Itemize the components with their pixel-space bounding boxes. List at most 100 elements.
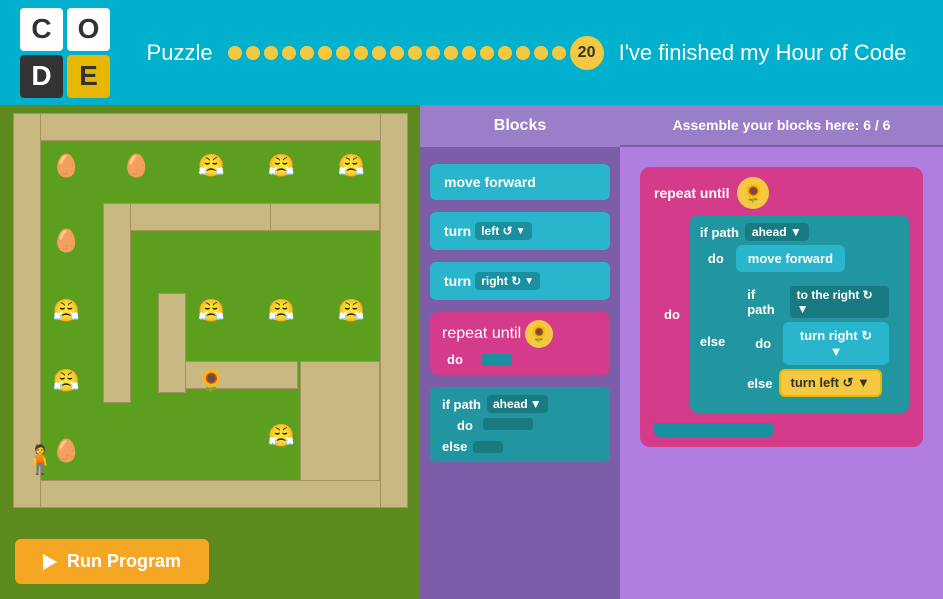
puzzle-dot [498, 46, 512, 60]
puzzle-label: Puzzle [147, 40, 213, 66]
do-label-tr: do [755, 336, 771, 351]
finished-message: I've finished my Hour of Code [619, 40, 907, 66]
sunflower-sprite: 🌻 [198, 368, 225, 394]
turn-right-text: turn [444, 273, 471, 289]
else-turn-left-row: else turn left ↺ ▼ [747, 369, 889, 397]
ahead-dropdown[interactable]: ahead ▼ [487, 395, 548, 413]
enemy-sprite: 😤 [53, 298, 80, 324]
chevron-down-icon: ▼ [524, 276, 534, 287]
ahead-ws-label: ahead ▼ [752, 225, 802, 239]
blocks-panel: Blocks move forward turn left ↺ ▼ turn r… [420, 105, 620, 599]
sunflower-mini-icon: 🌻 [525, 320, 553, 348]
turn-left-text: turn [444, 223, 471, 239]
puzzle-dot [372, 46, 386, 60]
puzzle-dot [354, 46, 368, 60]
enemy-sprite: 😤 [53, 368, 80, 394]
puzzle-dot [228, 46, 242, 60]
turn-right-ws-button[interactable]: turn right ↻ ▼ [783, 322, 889, 365]
turn-left-value: left ↺ [481, 224, 512, 238]
ahead-label: ahead [493, 397, 528, 411]
player-sprite: 🧍 [23, 443, 58, 476]
else-if-row: else if path to the right ↻ ▼ [700, 278, 899, 405]
run-button-label: Run Program [67, 551, 181, 572]
enemy-sprite: 😤 [338, 153, 365, 179]
puzzle-dot [426, 46, 440, 60]
turn-right-dropdown[interactable]: right ↻ ▼ [475, 272, 540, 290]
workspace-content: repeat until 🌻 do if path ahead ▼ [620, 147, 943, 599]
enemy-sprite: 😤 [198, 298, 225, 324]
turn-left-ws-label: turn left ↺ ▼ [791, 375, 870, 391]
do-notch-2 [483, 418, 533, 430]
game-area: 🥚 🥚 😤 😤 😤 🥚 😤 😤 😤 😤 😤 🥚 🌻 😤 🧍 Run Progra… [0, 105, 420, 599]
puzzle-dot [444, 46, 458, 60]
else-label-tr: else [747, 376, 772, 391]
do-turn-right-row: do turn right ↻ ▼ [755, 322, 889, 365]
enemy-sprite: 🥚 [53, 228, 80, 254]
turn-right-block[interactable]: turn right ↻ ▼ [430, 262, 610, 300]
assembled-repeat-block: repeat until 🌻 do if path ahead ▼ [640, 167, 923, 447]
enemy-sprite: 😤 [268, 153, 295, 179]
repeat-until-label: repeat until [442, 325, 521, 343]
current-puzzle-dot: 20 [570, 36, 604, 70]
turn-right-value: right ↻ [481, 274, 521, 288]
turn-left-block[interactable]: turn left ↺ ▼ [430, 212, 610, 250]
blocks-header: Blocks [420, 105, 620, 149]
else-notch [473, 441, 503, 453]
else-if-block: if path to the right ↻ ▼ do turn ri [737, 278, 899, 405]
logo-d: D [20, 55, 63, 98]
enemy-sprite: 🥚 [53, 153, 80, 179]
enemy-sprite: 😤 [268, 423, 295, 449]
do-move-row: do move forward [708, 245, 899, 272]
repeat-header: repeat until 🌻 [654, 177, 909, 209]
repeat-until-block[interactable]: repeat until 🌻 do [430, 312, 610, 375]
ahead-ws-tag[interactable]: ahead ▼ [745, 223, 809, 241]
puzzle-dots: 20 [228, 36, 604, 70]
if-path-row: if path ahead ▼ [700, 223, 899, 241]
if-path-block[interactable]: if path ahead ▼ do else [430, 387, 610, 462]
else-label: else [442, 439, 467, 454]
logo-e: E [67, 55, 110, 98]
if-path-ws-label: if path [700, 225, 739, 240]
chevron-down-icon: ▼ [530, 397, 542, 411]
puzzle-dot [516, 46, 530, 60]
puzzle-dot [282, 46, 296, 60]
do-label: do [447, 352, 463, 367]
move-forward-label: move forward [444, 174, 536, 190]
workspace-header: Assemble your blocks here: 6 / 6 [620, 105, 943, 147]
maze-container: 🥚 🥚 😤 😤 😤 🥚 😤 😤 😤 😤 😤 🥚 🌻 😤 🧍 [13, 113, 408, 508]
puzzle-dot [336, 46, 350, 60]
bottom-connector [654, 423, 774, 437]
enemy-sprite: 😤 [338, 298, 365, 324]
do-label-ws: do [664, 307, 680, 322]
turn-left-ws-highlighted[interactable]: turn left ↺ ▼ [779, 369, 882, 397]
puzzle-dot [264, 46, 278, 60]
logo-o: O [67, 8, 110, 51]
move-forward-ws-button[interactable]: move forward [736, 245, 845, 272]
puzzle-dot [246, 46, 260, 60]
puzzle-progress: Puzzle 20 I've finished my Hour of Code [130, 36, 923, 70]
chevron-down-icon: ▼ [516, 226, 526, 237]
workspace-panel: Assemble your blocks here: 6 / 6 repeat … [620, 105, 943, 599]
puzzle-dot [480, 46, 494, 60]
puzzle-dot [534, 46, 548, 60]
do-label-2: do [457, 418, 473, 433]
puzzle-dot [462, 46, 476, 60]
main-content: 🥚 🥚 😤 😤 😤 🥚 😤 😤 😤 😤 😤 🥚 🌻 😤 🧍 Run Progra… [0, 105, 943, 599]
move-forward-block[interactable]: move forward [430, 164, 610, 200]
if-path-right-label: if path [747, 287, 783, 317]
repeat-label: repeat until [654, 185, 729, 201]
app-header: C O D E Puzzle 20 I've finished my Hour … [0, 0, 943, 105]
sunflower-icon: 🌻 [737, 177, 769, 209]
turn-right-ws-label: turn right ↻ ▼ [795, 328, 877, 359]
if-path-label: if path [442, 397, 481, 412]
nested-if-block: if path ahead ▼ do move forward else [690, 215, 909, 413]
enemy-sprite: 😤 [198, 153, 225, 179]
to-right-label: to the right ↻ ▼ [797, 288, 882, 316]
enemy-sprite: 😤 [268, 298, 295, 324]
run-program-button[interactable]: Run Program [15, 539, 209, 584]
play-icon [43, 554, 57, 570]
turn-left-dropdown[interactable]: left ↺ ▼ [475, 222, 531, 240]
puzzle-dot [390, 46, 404, 60]
do-label-inner: do [708, 251, 724, 266]
to-right-tag[interactable]: to the right ↻ ▼ [790, 286, 889, 318]
